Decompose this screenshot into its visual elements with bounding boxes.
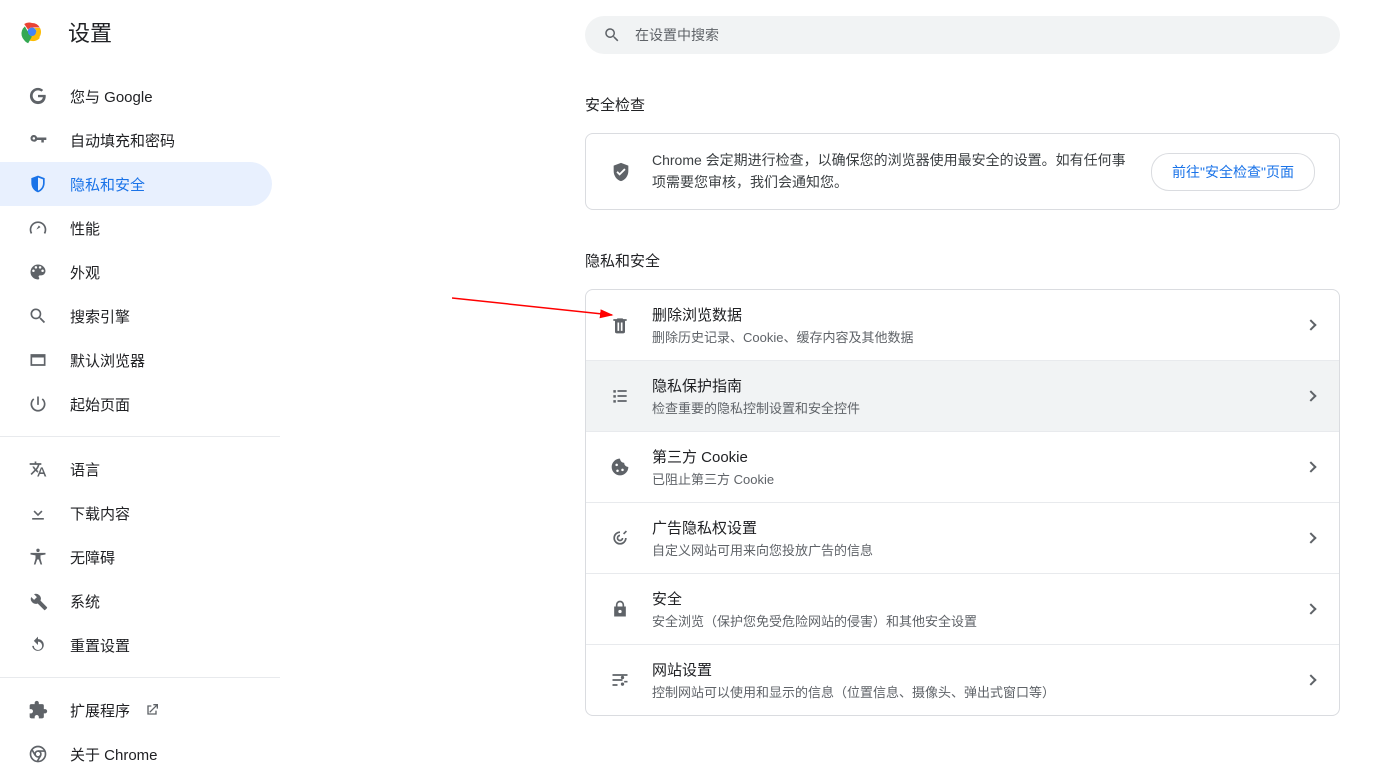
chevron-right-icon [1305,320,1316,331]
section-title-privacy: 隐私和安全 [585,250,1340,271]
page-title: 设置 [68,16,112,48]
sidebar-item-performance[interactable]: 性能 [0,206,272,250]
sidebar-item-label: 关于 Chrome [70,744,158,765]
sidebar-item-label: 起始页面 [70,394,130,415]
ads-icon [610,528,630,548]
chrome-logo-icon [20,20,44,44]
palette-icon [28,262,48,282]
search-bar[interactable] [585,16,1340,54]
sidebar-item-system[interactable]: 系统 [0,579,272,623]
sidebar-item-appearance[interactable]: 外观 [0,250,272,294]
sidebar-item-label: 无障碍 [70,547,115,568]
sidebar-item-label: 默认浏览器 [70,350,145,371]
extension-icon [28,700,48,720]
checklist-icon [610,386,630,406]
chevron-right-icon [1305,391,1316,402]
row-title: 广告隐私权设置 [652,517,1307,538]
reset-icon [28,635,48,655]
chevron-right-icon [1305,462,1316,473]
sidebar: 您与 Google 自动填充和密码 隐私和安全 性能 外观 搜索引擎 默认浏 [0,64,280,776]
section-title-safety: 安全检查 [585,94,1340,115]
main-content: 安全检查 Chrome 会定期进行检查，以确保您的浏览器使用最安全的设置。如有任… [585,16,1340,716]
open-in-new-icon [144,702,160,718]
wrench-icon [28,591,48,611]
row-title: 第三方 Cookie [652,446,1307,467]
row-site-settings[interactable]: 网站设置 控制网站可以使用和显示的信息（位置信息、摄像头、弹出式窗口等） [586,644,1339,715]
sidebar-item-label: 系统 [70,591,100,612]
sidebar-item-about-chrome[interactable]: 关于 Chrome [0,732,272,776]
browser-icon [28,350,48,370]
sidebar-item-default-browser[interactable]: 默认浏览器 [0,338,272,382]
row-clear-browsing-data[interactable]: 删除浏览数据 删除历史记录、Cookie、缓存内容及其他数据 [586,290,1339,360]
row-subtitle: 检查重要的隐私控制设置和安全控件 [652,398,1307,417]
row-third-party-cookies[interactable]: 第三方 Cookie 已阻止第三方 Cookie [586,431,1339,502]
sidebar-item-label: 重置设置 [70,635,130,656]
sidebar-item-label: 外观 [70,262,100,283]
sidebar-item-search-engine[interactable]: 搜索引擎 [0,294,272,338]
goto-safety-check-button[interactable]: 前往"安全检查"页面 [1151,153,1315,191]
sidebar-divider [0,436,280,437]
sidebar-item-label: 隐私和安全 [70,174,145,195]
cookie-icon [610,457,630,477]
chevron-right-icon [1305,533,1316,544]
translate-icon [28,459,48,479]
row-title: 删除浏览数据 [652,304,1307,325]
chevron-right-icon [1305,604,1316,615]
row-ad-privacy[interactable]: 广告隐私权设置 自定义网站可用来向您投放广告的信息 [586,502,1339,573]
search-icon [28,306,48,326]
sidebar-item-accessibility[interactable]: 无障碍 [0,535,272,579]
lock-icon [610,599,630,619]
accessibility-icon [28,547,48,567]
safety-check-card: Chrome 会定期进行检查，以确保您的浏览器使用最安全的设置。如有任何事项需要… [585,133,1340,210]
trash-icon [610,315,630,335]
sidebar-item-label: 搜索引擎 [70,306,130,327]
row-subtitle: 已阻止第三方 Cookie [652,469,1307,488]
sidebar-item-privacy[interactable]: 隐私和安全 [0,162,272,206]
sidebar-item-label: 语言 [70,459,100,480]
sidebar-item-languages[interactable]: 语言 [0,447,272,491]
chrome-outline-icon [28,744,48,764]
row-title: 安全 [652,588,1307,609]
row-security[interactable]: 安全 安全浏览（保护您免受危险网站的侵害）和其他安全设置 [586,573,1339,644]
chevron-right-icon [1305,675,1316,686]
download-icon [28,503,48,523]
row-subtitle: 删除历史记录、Cookie、缓存内容及其他数据 [652,327,1307,346]
row-subtitle: 控制网站可以使用和显示的信息（位置信息、摄像头、弹出式窗口等） [652,682,1307,701]
sidebar-item-autofill[interactable]: 自动填充和密码 [0,118,272,162]
safety-description: Chrome 会定期进行检查，以确保您的浏览器使用最安全的设置。如有任何事项需要… [652,150,1151,193]
google-g-icon [28,86,48,106]
sidebar-item-label: 下载内容 [70,503,130,524]
shield-check-icon [610,161,632,183]
row-title: 网站设置 [652,659,1307,680]
row-subtitle: 安全浏览（保护您免受危险网站的侵害）和其他安全设置 [652,611,1307,630]
sidebar-item-you-and-google[interactable]: 您与 Google [0,74,272,118]
row-title: 隐私保护指南 [652,375,1307,396]
sidebar-item-extensions[interactable]: 扩展程序 [0,688,272,732]
row-subtitle: 自定义网站可用来向您投放广告的信息 [652,540,1307,559]
privacy-list-card: 删除浏览数据 删除历史记录、Cookie、缓存内容及其他数据 隐私保护指南 检查… [585,289,1340,716]
sidebar-item-reset[interactable]: 重置设置 [0,623,272,667]
sidebar-item-label: 自动填充和密码 [70,130,175,151]
row-privacy-guide[interactable]: 隐私保护指南 检查重要的隐私控制设置和安全控件 [586,360,1339,431]
sidebar-item-downloads[interactable]: 下载内容 [0,491,272,535]
shield-icon [28,174,48,194]
power-icon [28,394,48,414]
sidebar-divider [0,677,280,678]
key-icon [28,130,48,150]
sidebar-item-label: 性能 [70,218,100,239]
tune-icon [610,670,630,690]
speedometer-icon [28,218,48,238]
sidebar-item-label: 您与 Google [70,86,153,107]
search-input[interactable] [635,27,1322,43]
sidebar-item-on-startup[interactable]: 起始页面 [0,382,272,426]
search-icon [603,26,621,44]
sidebar-item-label: 扩展程序 [70,700,130,721]
